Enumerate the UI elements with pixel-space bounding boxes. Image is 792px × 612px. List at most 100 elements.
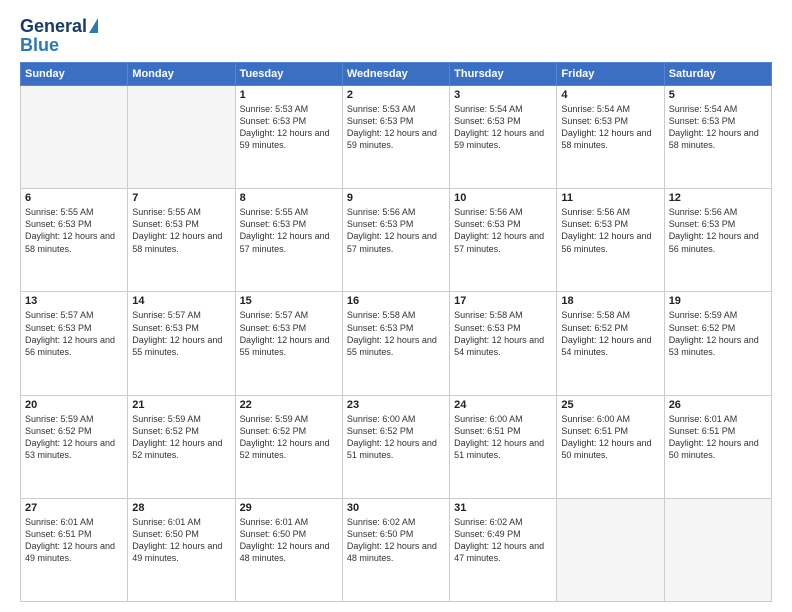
day-number: 7 — [132, 192, 230, 204]
calendar-cell-12: 12 Sunrise: 5:56 AMSunset: 6:53 PMDaylig… — [664, 189, 771, 292]
calendar-cell-23: 23 Sunrise: 6:00 AMSunset: 6:52 PMDaylig… — [342, 395, 449, 498]
day-number: 23 — [347, 399, 445, 411]
day-number: 18 — [561, 295, 659, 307]
day-number: 9 — [347, 192, 445, 204]
calendar-table: SundayMondayTuesdayWednesdayThursdayFrid… — [20, 62, 772, 602]
day-info: Sunrise: 5:58 AMSunset: 6:53 PMDaylight:… — [347, 309, 445, 358]
day-info: Sunrise: 6:01 AMSunset: 6:50 PMDaylight:… — [132, 516, 230, 565]
calendar-cell-8: 8 Sunrise: 5:55 AMSunset: 6:53 PMDayligh… — [235, 189, 342, 292]
day-number: 25 — [561, 399, 659, 411]
calendar-cell-24: 24 Sunrise: 6:00 AMSunset: 6:51 PMDaylig… — [450, 395, 557, 498]
calendar-cell-7: 7 Sunrise: 5:55 AMSunset: 6:53 PMDayligh… — [128, 189, 235, 292]
week-row-3: 13 Sunrise: 5:57 AMSunset: 6:53 PMDaylig… — [21, 292, 772, 395]
day-info: Sunrise: 5:56 AMSunset: 6:53 PMDaylight:… — [561, 206, 659, 255]
page: General Blue SundayMondayTuesdayWednesda… — [0, 0, 792, 612]
calendar-cell-13: 13 Sunrise: 5:57 AMSunset: 6:53 PMDaylig… — [21, 292, 128, 395]
logo-triangle-icon — [89, 18, 98, 33]
day-number: 10 — [454, 192, 552, 204]
day-info: Sunrise: 6:01 AMSunset: 6:51 PMDaylight:… — [669, 413, 767, 462]
day-number: 4 — [561, 89, 659, 101]
weekday-header-tuesday: Tuesday — [235, 63, 342, 86]
weekday-header-sunday: Sunday — [21, 63, 128, 86]
day-info: Sunrise: 5:58 AMSunset: 6:52 PMDaylight:… — [561, 309, 659, 358]
day-number: 8 — [240, 192, 338, 204]
day-info: Sunrise: 5:55 AMSunset: 6:53 PMDaylight:… — [132, 206, 230, 255]
calendar-cell-16: 16 Sunrise: 5:58 AMSunset: 6:53 PMDaylig… — [342, 292, 449, 395]
week-row-2: 6 Sunrise: 5:55 AMSunset: 6:53 PMDayligh… — [21, 189, 772, 292]
calendar-cell-5: 5 Sunrise: 5:54 AMSunset: 6:53 PMDayligh… — [664, 86, 771, 189]
weekday-header-friday: Friday — [557, 63, 664, 86]
day-number: 1 — [240, 89, 338, 101]
calendar-cell-11: 11 Sunrise: 5:56 AMSunset: 6:53 PMDaylig… — [557, 189, 664, 292]
day-info: Sunrise: 5:57 AMSunset: 6:53 PMDaylight:… — [240, 309, 338, 358]
day-number: 13 — [25, 295, 123, 307]
weekday-header-wednesday: Wednesday — [342, 63, 449, 86]
day-info: Sunrise: 5:57 AMSunset: 6:53 PMDaylight:… — [25, 309, 123, 358]
logo-icon: General — [20, 16, 98, 37]
day-info: Sunrise: 5:56 AMSunset: 6:53 PMDaylight:… — [454, 206, 552, 255]
day-number: 19 — [669, 295, 767, 307]
day-number: 5 — [669, 89, 767, 101]
calendar-cell-28: 28 Sunrise: 6:01 AMSunset: 6:50 PMDaylig… — [128, 498, 235, 601]
day-info: Sunrise: 5:59 AMSunset: 6:52 PMDaylight:… — [25, 413, 123, 462]
calendar-cell-10: 10 Sunrise: 5:56 AMSunset: 6:53 PMDaylig… — [450, 189, 557, 292]
day-number: 14 — [132, 295, 230, 307]
logo-general-text: General — [20, 16, 87, 37]
calendar-cell-6: 6 Sunrise: 5:55 AMSunset: 6:53 PMDayligh… — [21, 189, 128, 292]
calendar-cell-21: 21 Sunrise: 5:59 AMSunset: 6:52 PMDaylig… — [128, 395, 235, 498]
day-number: 16 — [347, 295, 445, 307]
day-info: Sunrise: 5:59 AMSunset: 6:52 PMDaylight:… — [132, 413, 230, 462]
day-number: 21 — [132, 399, 230, 411]
day-info: Sunrise: 6:00 AMSunset: 6:51 PMDaylight:… — [454, 413, 552, 462]
day-info: Sunrise: 6:00 AMSunset: 6:52 PMDaylight:… — [347, 413, 445, 462]
day-number: 11 — [561, 192, 659, 204]
day-number: 24 — [454, 399, 552, 411]
calendar-cell-30: 30 Sunrise: 6:02 AMSunset: 6:50 PMDaylig… — [342, 498, 449, 601]
day-info: Sunrise: 5:55 AMSunset: 6:53 PMDaylight:… — [25, 206, 123, 255]
day-number: 22 — [240, 399, 338, 411]
week-row-5: 27 Sunrise: 6:01 AMSunset: 6:51 PMDaylig… — [21, 498, 772, 601]
day-number: 29 — [240, 502, 338, 514]
day-info: Sunrise: 6:01 AMSunset: 6:51 PMDaylight:… — [25, 516, 123, 565]
weekday-header-row: SundayMondayTuesdayWednesdayThursdayFrid… — [21, 63, 772, 86]
calendar-cell-22: 22 Sunrise: 5:59 AMSunset: 6:52 PMDaylig… — [235, 395, 342, 498]
calendar-cell-27: 27 Sunrise: 6:01 AMSunset: 6:51 PMDaylig… — [21, 498, 128, 601]
day-number: 26 — [669, 399, 767, 411]
week-row-4: 20 Sunrise: 5:59 AMSunset: 6:52 PMDaylig… — [21, 395, 772, 498]
day-info: Sunrise: 6:02 AMSunset: 6:49 PMDaylight:… — [454, 516, 552, 565]
day-info: Sunrise: 5:57 AMSunset: 6:53 PMDaylight:… — [132, 309, 230, 358]
day-number: 3 — [454, 89, 552, 101]
calendar-cell-2: 2 Sunrise: 5:53 AMSunset: 6:53 PMDayligh… — [342, 86, 449, 189]
logo: General Blue — [20, 16, 98, 56]
day-number: 12 — [669, 192, 767, 204]
weekday-header-saturday: Saturday — [664, 63, 771, 86]
calendar-cell-31: 31 Sunrise: 6:02 AMSunset: 6:49 PMDaylig… — [450, 498, 557, 601]
calendar-cell-empty — [557, 498, 664, 601]
calendar-cell-9: 9 Sunrise: 5:56 AMSunset: 6:53 PMDayligh… — [342, 189, 449, 292]
calendar-cell-empty — [21, 86, 128, 189]
calendar-cell-20: 20 Sunrise: 5:59 AMSunset: 6:52 PMDaylig… — [21, 395, 128, 498]
calendar-cell-empty — [128, 86, 235, 189]
day-number: 28 — [132, 502, 230, 514]
day-info: Sunrise: 6:00 AMSunset: 6:51 PMDaylight:… — [561, 413, 659, 462]
calendar-cell-1: 1 Sunrise: 5:53 AMSunset: 6:53 PMDayligh… — [235, 86, 342, 189]
day-info: Sunrise: 6:01 AMSunset: 6:50 PMDaylight:… — [240, 516, 338, 565]
calendar-cell-15: 15 Sunrise: 5:57 AMSunset: 6:53 PMDaylig… — [235, 292, 342, 395]
week-row-1: 1 Sunrise: 5:53 AMSunset: 6:53 PMDayligh… — [21, 86, 772, 189]
day-info: Sunrise: 6:02 AMSunset: 6:50 PMDaylight:… — [347, 516, 445, 565]
weekday-header-monday: Monday — [128, 63, 235, 86]
day-info: Sunrise: 5:53 AMSunset: 6:53 PMDaylight:… — [347, 103, 445, 152]
day-info: Sunrise: 5:54 AMSunset: 6:53 PMDaylight:… — [561, 103, 659, 152]
day-number: 30 — [347, 502, 445, 514]
day-info: Sunrise: 5:59 AMSunset: 6:52 PMDaylight:… — [669, 309, 767, 358]
calendar-cell-4: 4 Sunrise: 5:54 AMSunset: 6:53 PMDayligh… — [557, 86, 664, 189]
day-info: Sunrise: 5:56 AMSunset: 6:53 PMDaylight:… — [669, 206, 767, 255]
weekday-header-thursday: Thursday — [450, 63, 557, 86]
day-info: Sunrise: 5:55 AMSunset: 6:53 PMDaylight:… — [240, 206, 338, 255]
day-info: Sunrise: 5:54 AMSunset: 6:53 PMDaylight:… — [669, 103, 767, 152]
calendar-cell-29: 29 Sunrise: 6:01 AMSunset: 6:50 PMDaylig… — [235, 498, 342, 601]
calendar-cell-14: 14 Sunrise: 5:57 AMSunset: 6:53 PMDaylig… — [128, 292, 235, 395]
day-info: Sunrise: 5:58 AMSunset: 6:53 PMDaylight:… — [454, 309, 552, 358]
calendar-cell-17: 17 Sunrise: 5:58 AMSunset: 6:53 PMDaylig… — [450, 292, 557, 395]
calendar-cell-empty — [664, 498, 771, 601]
